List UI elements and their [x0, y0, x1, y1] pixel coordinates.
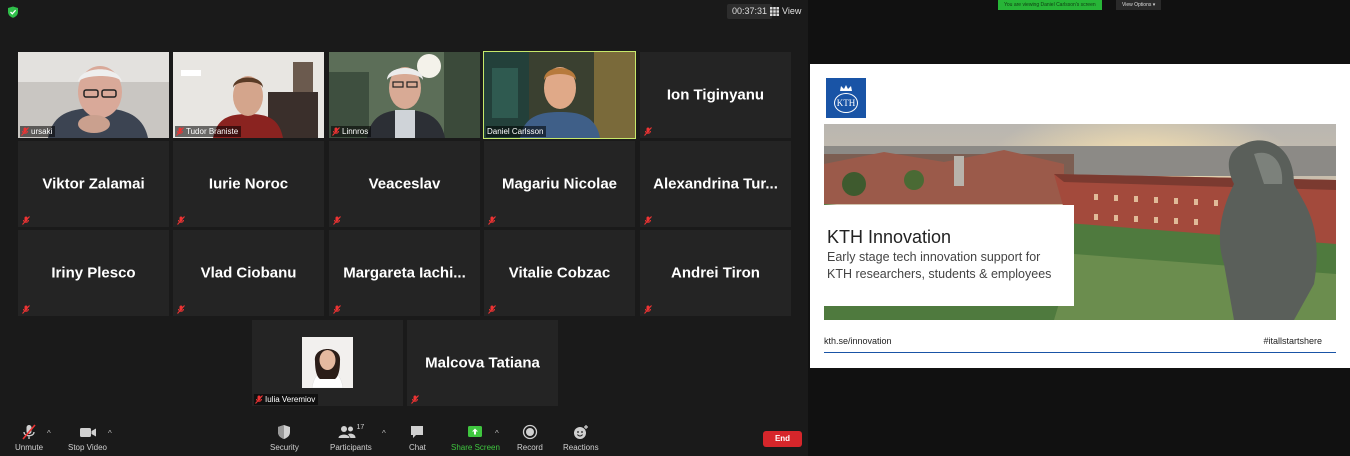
participants-icon — [338, 426, 355, 438]
audio-options-caret-icon[interactable]: ^ — [47, 429, 51, 438]
participant-tile[interactable]: Malcova Tatiana — [407, 320, 558, 406]
muted-mic-icon — [22, 216, 30, 225]
shield-icon — [278, 425, 291, 439]
participant-tile[interactable]: Margareta Iachi... — [329, 230, 480, 316]
app-window: 00:37:31 View ursaki Tudor Braniste Linn… — [0, 0, 1350, 456]
muted-mic-icon — [22, 305, 30, 314]
viewing-screen-banner: You are viewing Daniel Carlsson's screen — [998, 0, 1102, 10]
stop-video-button[interactable]: Stop Video — [68, 424, 107, 452]
crown-icon — [840, 84, 852, 91]
participant-tile[interactable]: ursaki — [18, 52, 169, 138]
participant-tile[interactable]: Alexandrina Tur... — [640, 141, 791, 227]
slide-title-card: KTH Innovation Early stage tech innovati… — [824, 205, 1074, 306]
share-options-caret-icon[interactable]: ^ — [495, 429, 499, 438]
participant-tile[interactable]: Iurie Noroc — [173, 141, 324, 227]
muted-mic-icon — [644, 127, 652, 136]
muted-mic-icon — [177, 305, 185, 314]
muted-microphone-icon — [22, 424, 36, 440]
participant-tile[interactable]: Vlad Ciobanu — [173, 230, 324, 316]
muted-mic-icon — [332, 127, 340, 136]
video-options-caret-icon[interactable]: ^ — [108, 429, 112, 438]
view-options-button[interactable]: View Options ▾ — [1116, 0, 1162, 10]
muted-mic-icon — [177, 216, 185, 225]
participant-tile[interactable]: Magariu Nicolae — [484, 141, 635, 227]
slide-subtitle-line2: KTH researchers, students & employees — [827, 267, 1052, 281]
video-camera-icon — [79, 428, 96, 437]
view-button[interactable]: View — [770, 4, 801, 19]
participants-count: 17 — [356, 424, 365, 431]
muted-mic-icon — [488, 305, 496, 314]
participant-avatar — [302, 337, 353, 388]
shared-screen-panel: You are viewing Daniel Carlsson's screen… — [808, 0, 1350, 456]
slide-url: kth.se/innovation — [824, 336, 892, 346]
participants-button[interactable]: 17 Participants — [330, 424, 372, 452]
participant-tile[interactable]: Ion Tiginyanu — [640, 52, 791, 138]
participant-name: Iurie Noroc — [208, 175, 289, 193]
share-screen-icon — [468, 426, 483, 437]
muted-mic-icon — [488, 216, 496, 225]
slide-subtitle-line1: Early stage tech innovation support for — [827, 250, 1041, 264]
participant-name: Alexandrina Tur... — [653, 175, 778, 193]
participant-name: Viktor Zalamai — [42, 175, 145, 193]
participant-name: Margareta Iachi... — [343, 264, 466, 282]
muted-mic-icon — [333, 216, 341, 225]
muted-mic-icon — [333, 305, 341, 314]
participant-name: Veaceslav — [368, 175, 441, 193]
muted-mic-icon — [644, 216, 652, 225]
chat-bubble-icon — [411, 426, 424, 438]
meeting-timer: 00:37:31 — [727, 4, 773, 19]
participant-tile[interactable]: Vitalie Cobzac — [484, 230, 635, 316]
active-speaker-tile[interactable]: Daniel Carlsson — [483, 51, 636, 139]
meeting-toolbar: Unmute ^ Stop Video ^ Security 17 Partic… — [0, 420, 808, 456]
participant-tile[interactable]: Iriny Plesco — [18, 230, 169, 316]
participant-tile[interactable]: Iulia Veremiov — [252, 320, 403, 406]
slide-footer-divider — [824, 352, 1336, 353]
slide-hashtag: #itallstartshere — [1263, 336, 1322, 346]
record-button[interactable]: Record — [517, 424, 543, 452]
participant-name: Andrei Tiron — [671, 264, 760, 282]
zoom-meeting-window: 00:37:31 View ursaki Tudor Braniste Linn… — [0, 0, 808, 456]
muted-mic-icon — [176, 127, 184, 136]
kth-logo: KTH — [826, 78, 866, 118]
participant-name-label: Daniel Carlsson — [486, 126, 547, 137]
share-screen-button[interactable]: Share Screen — [451, 424, 500, 452]
shield-check-icon[interactable] — [7, 6, 19, 18]
muted-mic-icon — [255, 395, 263, 404]
smiley-plus-icon — [573, 425, 588, 439]
participant-name-label: ursaki — [20, 126, 56, 137]
muted-mic-icon — [21, 127, 29, 136]
participant-tile[interactable]: Veaceslav — [329, 141, 480, 227]
kth-logo-text: KTH — [834, 92, 858, 113]
participant-tile[interactable]: Linnros — [329, 52, 480, 138]
participant-name-label: Tudor Braniste — [175, 126, 242, 137]
security-button[interactable]: Security — [270, 424, 299, 452]
chat-button[interactable]: Chat — [409, 424, 426, 452]
slide-title: KTH Innovation — [827, 227, 952, 247]
end-meeting-button[interactable]: End — [763, 431, 802, 447]
participant-name: Iriny Plesco — [51, 264, 136, 282]
participant-name: Vitalie Cobzac — [508, 264, 611, 282]
participant-tile[interactable]: Tudor Braniste — [173, 52, 324, 138]
muted-mic-icon — [411, 395, 419, 404]
chevron-down-icon: ▾ — [1152, 2, 1156, 8]
participant-tile[interactable]: Andrei Tiron — [640, 230, 791, 316]
reactions-button[interactable]: Reactions — [563, 424, 599, 452]
grid-icon — [770, 7, 779, 16]
presentation-slide: KTH KTH Innovation Early stage tech inno… — [810, 64, 1350, 368]
participant-name: Ion Tiginyanu — [666, 86, 765, 104]
muted-mic-icon — [644, 305, 652, 314]
participant-name: Malcova Tatiana — [425, 354, 540, 372]
participants-options-caret-icon[interactable]: ^ — [382, 429, 386, 438]
unmute-button[interactable]: Unmute — [15, 424, 43, 452]
participant-name: Magariu Nicolae — [501, 175, 618, 193]
participant-name-label: Linnros — [331, 126, 372, 137]
participant-tile[interactable]: Viktor Zalamai — [18, 141, 169, 227]
record-icon — [522, 424, 538, 440]
view-label: View — [782, 6, 802, 16]
participant-name: Vlad Ciobanu — [200, 264, 297, 282]
participant-name-label: Iulia Veremiov — [254, 394, 319, 405]
